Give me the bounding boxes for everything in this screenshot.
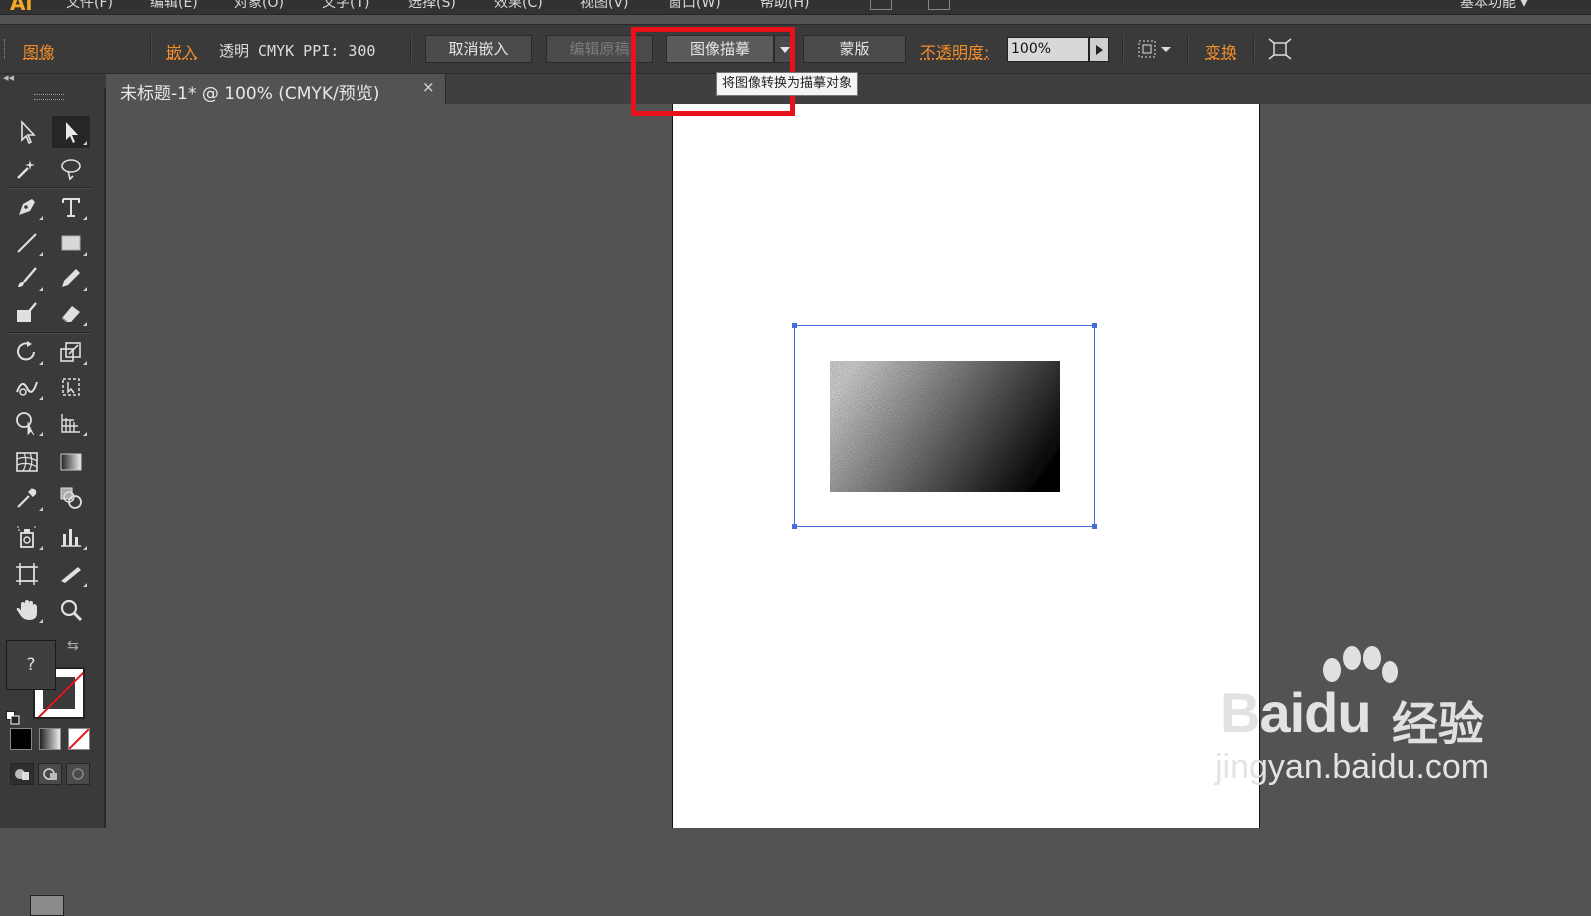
opacity-input[interactable]: 100% — [1007, 37, 1089, 62]
unembed-button[interactable]: 取消嵌入 — [425, 35, 532, 63]
tool-divider — [6, 187, 92, 189]
brush-tool-icon[interactable] — [990, 0, 1012, 10]
mesh-tool-icon[interactable] — [8, 446, 46, 478]
document-tab-title[interactable]: 未标题-1* @ 100% (CMYK/预览) — [120, 79, 379, 104]
rotate-tool-icon[interactable] — [8, 336, 46, 368]
menu-window[interactable]: 窗口(W) — [668, 0, 721, 12]
separator — [1122, 35, 1124, 63]
edit-original-button: 编辑原稿 — [546, 35, 653, 63]
selection-bounding-box[interactable] — [792, 323, 1097, 529]
column-graph-tool-icon[interactable] — [52, 521, 90, 553]
color-mode-button[interactable] — [10, 728, 32, 750]
eyedropper-tool-icon[interactable] — [8, 482, 46, 514]
none-slash-icon — [69, 729, 89, 749]
separator — [1187, 35, 1189, 63]
gradient-tool-icon[interactable] — [52, 446, 90, 478]
separator — [1253, 35, 1255, 63]
tool-divider — [6, 332, 92, 334]
symbol-sprayer-tool-icon[interactable] — [8, 521, 46, 553]
separator — [410, 35, 412, 63]
menu-object[interactable]: 对象(O) — [234, 0, 284, 12]
app-logo: Ai — [10, 0, 33, 15]
perspective-grid-tool-icon[interactable] — [52, 407, 90, 439]
direct-selection-tool-icon[interactable] — [52, 116, 90, 148]
warp-tool-icon[interactable] — [8, 371, 46, 403]
arrange-documents-icon[interactable] — [928, 0, 950, 10]
draw-behind-button[interactable] — [38, 763, 62, 785]
slice-tool-icon[interactable] — [52, 558, 90, 590]
menu-type[interactable]: 文字(T) — [322, 0, 369, 12]
transform-link[interactable]: 变换 — [1205, 39, 1237, 63]
close-tab-icon[interactable]: × — [422, 78, 435, 96]
menu-effect[interactable]: 效果(C) — [494, 0, 543, 12]
menu-edit[interactable]: 编辑(E) — [150, 0, 198, 12]
menu-bar: Ai 文件(F) 编辑(E) 对象(O) 文字(T) 选择(S) 效果(C) 视… — [0, 0, 1591, 15]
hand-tool-icon[interactable] — [8, 594, 46, 626]
gradient-mode-button[interactable] — [39, 728, 61, 750]
eraser-tool-icon[interactable] — [52, 297, 90, 329]
image-trace-preset-dropdown[interactable] — [774, 35, 794, 63]
line-segment-tool-icon[interactable] — [8, 227, 46, 259]
opacity-label[interactable]: 不透明度: — [920, 39, 989, 63]
control-bar: 图像 嵌入 透明 CMYK PPI: 300 取消嵌入 编辑原稿 图像描摹 蒙版… — [0, 24, 1591, 74]
free-transform-tool-icon[interactable] — [52, 371, 90, 403]
rectangle-tool-icon[interactable] — [52, 227, 90, 259]
separator — [150, 35, 152, 63]
fill-stroke-area: ? ⇆ — [0, 633, 104, 733]
selection-tool-icon[interactable] — [8, 116, 46, 148]
mask-button[interactable]: 蒙版 — [803, 35, 906, 63]
type-tool-icon[interactable] — [52, 191, 90, 223]
collapse-arrows-icon[interactable]: ◂◂ — [3, 71, 14, 84]
menu-file[interactable]: 文件(F) — [66, 0, 113, 12]
artboard-tool-icon[interactable] — [8, 558, 46, 590]
scale-tool-icon[interactable] — [52, 336, 90, 368]
select-similar-icon[interactable] — [1137, 37, 1171, 61]
swap-fill-stroke-icon[interactable]: ⇆ — [67, 638, 79, 654]
bounding-box-handle[interactable] — [1092, 323, 1097, 328]
draw-inside-button[interactable] — [66, 763, 90, 785]
image-trace-tooltip: 将图像转换为描摹对象 — [716, 72, 859, 96]
opacity-slider-arrow[interactable] — [1089, 37, 1109, 62]
bounding-box-handle[interactable] — [792, 323, 797, 328]
blend-tool-icon[interactable] — [52, 482, 90, 514]
isolate-object-icon[interactable] — [1267, 37, 1293, 61]
pen-tool-icon[interactable] — [8, 191, 46, 223]
workspace-switcher[interactable]: 基本功能 ▾ — [1460, 0, 1527, 12]
menu-view[interactable]: 视图(V) — [580, 0, 629, 12]
toolbox-grip[interactable] — [34, 94, 64, 100]
draw-normal-button[interactable] — [10, 763, 34, 785]
blob-brush-tool-icon[interactable] — [8, 297, 46, 329]
bounding-box-handle[interactable] — [792, 524, 797, 529]
bridge-icon[interactable] — [870, 0, 892, 10]
pencil-tool-icon[interactable] — [52, 262, 90, 294]
fill-swatch[interactable]: ? — [6, 640, 56, 690]
embed-link[interactable]: 嵌入 — [166, 39, 198, 63]
toolbox: ? ⇆ — [0, 88, 106, 916]
screen-mode-button[interactable] — [30, 895, 64, 916]
bounding-box-handle[interactable] — [1092, 524, 1097, 529]
zoom-tool-icon[interactable] — [52, 594, 90, 626]
lasso-tool-icon[interactable] — [52, 153, 90, 185]
default-fill-stroke-icon[interactable] — [6, 711, 20, 725]
document-tab[interactable]: 未标题-1* @ 100% (CMYK/预览) × — [106, 74, 446, 104]
shape-builder-tool-icon[interactable] — [8, 407, 46, 439]
paintbrush-tool-icon[interactable] — [8, 262, 46, 294]
control-bar-grip[interactable] — [4, 39, 7, 59]
image-trace-button[interactable]: 图像描摹 — [666, 35, 774, 63]
menu-select[interactable]: 选择(S) — [408, 0, 456, 12]
toolbox-collapse-strip[interactable]: ◂◂ — [0, 71, 106, 88]
menu-help[interactable]: 帮助(H) — [760, 0, 809, 12]
magic-wand-tool-icon[interactable] — [8, 153, 46, 185]
image-info-text: 透明 CMYK PPI: 300 — [219, 42, 376, 60]
object-type-label[interactable]: 图像 — [23, 39, 55, 63]
none-mode-button[interactable] — [68, 728, 90, 750]
